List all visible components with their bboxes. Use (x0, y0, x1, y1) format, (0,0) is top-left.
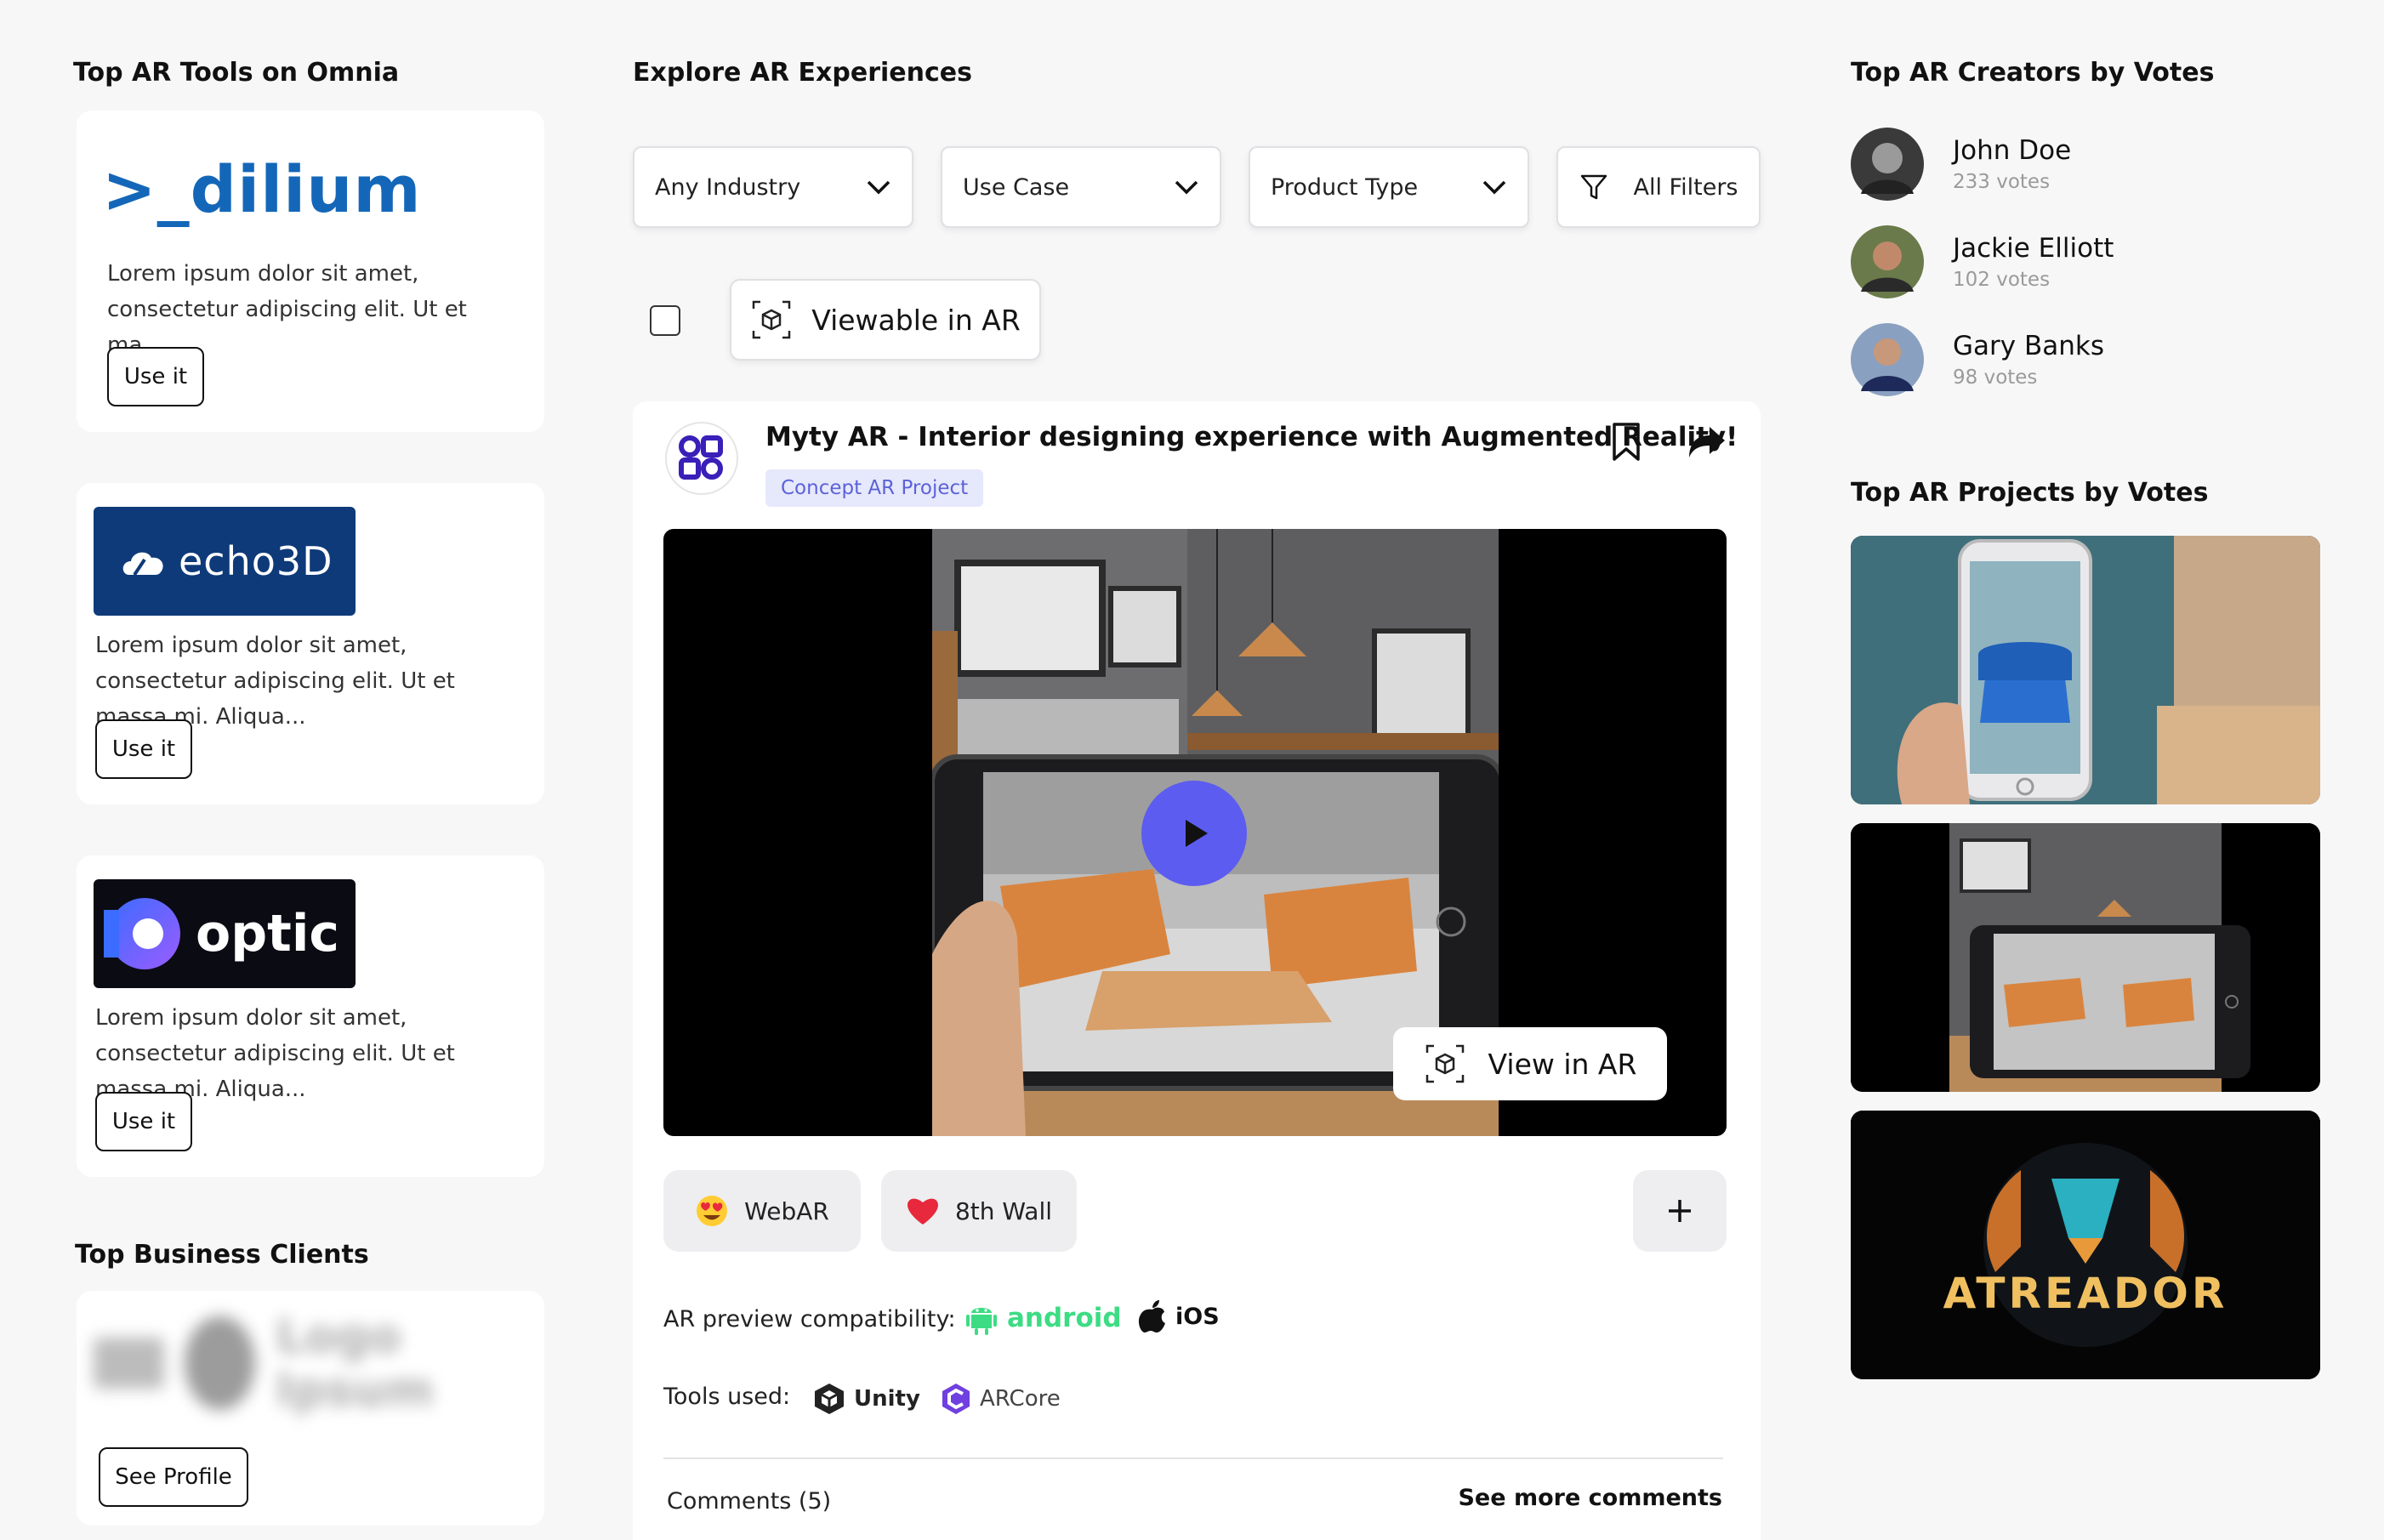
ar-interior-thumbnail-image (1851, 823, 2320, 1092)
divider (663, 1458, 1723, 1459)
project-thumbnail[interactable]: ATREADOR (1851, 1111, 2320, 1379)
unity-badge: Unity (813, 1382, 920, 1416)
video-player[interactable]: View in AR (663, 529, 1727, 1136)
unity-icon (815, 1384, 844, 1414)
use-it-button[interactable]: Use it (95, 1092, 192, 1151)
projects-section-title: Top AR Projects by Votes (1851, 478, 2209, 508)
creator-item[interactable]: Jackie Elliott 102 votes (1851, 225, 2114, 298)
red-heart-icon (907, 1198, 938, 1225)
optic-logo: optic (94, 879, 356, 988)
bookmark-icon[interactable] (1609, 422, 1643, 463)
creator-votes: 233 votes (1953, 171, 2051, 193)
chevron-down-icon (1175, 180, 1198, 195)
arcore-badge: ARCore (941, 1382, 1061, 1416)
myty-logo-icon (679, 435, 723, 480)
product-type-dropdown[interactable]: Product Type (1249, 146, 1529, 228)
android-badge: android (966, 1301, 1122, 1335)
play-icon (1186, 820, 1208, 847)
avatar (1851, 225, 1924, 298)
viewable-checkbox[interactable] (650, 305, 680, 336)
apple-icon (1138, 1300, 1165, 1333)
tools-used-label: Tools used: (663, 1384, 791, 1410)
use-it-button[interactable]: Use it (95, 719, 192, 779)
plus-icon (1669, 1200, 1691, 1222)
creator-votes: 98 votes (1953, 367, 2038, 389)
see-profile-button[interactable]: See Profile (99, 1447, 248, 1507)
share-icon[interactable] (1687, 425, 1727, 459)
chevron-down-icon (867, 180, 890, 195)
creator-item[interactable]: Gary Banks 98 votes (1851, 323, 2104, 396)
explore-title: Explore AR Experiences (633, 58, 972, 88)
creators-section-title: Top AR Creators by Votes (1851, 58, 2215, 88)
add-tag-button[interactable] (1633, 1170, 1727, 1252)
chip-webar[interactable]: WebAR (663, 1170, 861, 1252)
see-more-comments-link[interactable]: See more comments (1458, 1485, 1722, 1511)
chevron-down-icon (1482, 180, 1506, 195)
dilium-logo: >_dilium (102, 151, 422, 227)
phone-ar-chair-image (1851, 536, 2320, 804)
blurred-client-logo: Logo Ipsum (94, 1310, 502, 1417)
creator-name: John Doe (1953, 135, 2072, 166)
ar-cube-icon (752, 300, 791, 339)
heart-eyes-emoji-icon (697, 1196, 728, 1226)
chip-8th-wall[interactable]: 8th Wall (881, 1170, 1077, 1252)
ar-cube-icon (1425, 1044, 1464, 1083)
tool-card-dilium: >_dilium Lorem ipsum dolor sit amet, con… (77, 111, 544, 432)
optic-mark-icon (104, 898, 180, 969)
viewable-in-ar-toggle[interactable]: Viewable in AR (730, 279, 1041, 361)
myty-ar-avatar[interactable] (665, 422, 738, 495)
view-in-ar-button[interactable]: View in AR (1393, 1027, 1667, 1100)
android-icon (966, 1308, 997, 1335)
creator-name: Jackie Elliott (1953, 233, 2114, 264)
creator-item[interactable]: John Doe 233 votes (1851, 128, 2071, 201)
creator-votes: 102 votes (1953, 269, 2051, 291)
comments-count: Comments (5) (667, 1488, 832, 1514)
project-tag[interactable]: Concept AR Project (765, 469, 984, 507)
project-thumbnail[interactable] (1851, 823, 2320, 1092)
compat-label: AR preview compatibility: (663, 1306, 956, 1333)
tools-section-title: Top AR Tools on Omnia (73, 58, 400, 88)
avatar (1851, 128, 1924, 201)
arcore-icon (942, 1384, 970, 1414)
play-button[interactable] (1141, 781, 1247, 886)
creator-name: Gary Banks (1953, 331, 2104, 361)
use-case-dropdown[interactable]: Use Case (941, 146, 1221, 228)
atreador-logo-image: ATREADOR (1851, 1111, 2320, 1379)
tool-card-optic: optic Lorem ipsum dolor sit amet, consec… (77, 855, 544, 1177)
cloud-icon (122, 552, 163, 577)
industry-dropdown[interactable]: Any Industry (633, 146, 913, 228)
use-it-button[interactable]: Use it (107, 347, 204, 406)
echo3d-logo: echo3D (94, 507, 356, 616)
project-thumbnail[interactable] (1851, 536, 2320, 804)
atreador-logo-text: ATREADOR (1943, 1269, 2228, 1318)
tool-card-echo3d: echo3D Lorem ipsum dolor sit amet, conse… (77, 483, 544, 804)
filter-icon (1580, 174, 1607, 200)
clients-section-title: Top Business Clients (75, 1240, 369, 1270)
post-title[interactable]: Myty AR - Interior designing experience … (765, 422, 1738, 452)
avatar (1851, 323, 1924, 396)
business-client-card: Logo Ipsum See Profile (77, 1291, 544, 1526)
ios-badge: iOS (1138, 1299, 1220, 1333)
ar-experience-post: Myty AR - Interior designing experience … (633, 401, 1761, 1540)
all-filters-button[interactable]: All Filters (1556, 146, 1761, 228)
